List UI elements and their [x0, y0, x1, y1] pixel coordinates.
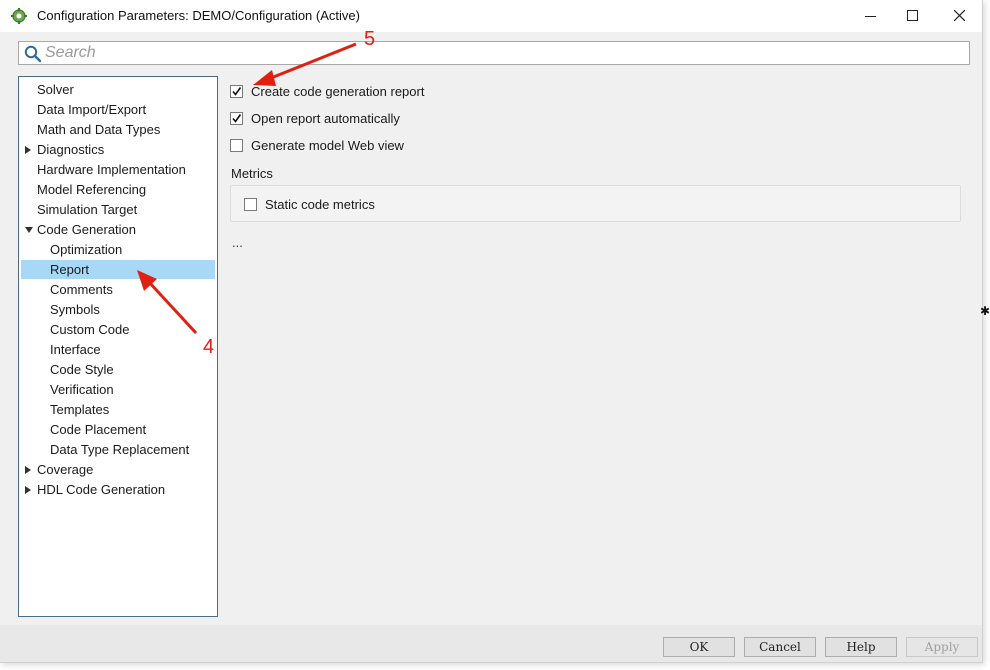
tree-item-label: Verification: [50, 382, 114, 397]
metrics-section-title: Metrics: [231, 166, 273, 181]
tree-item-hdl-code-generation[interactable]: HDL Code Generation: [37, 480, 165, 499]
maximize-button[interactable]: [890, 0, 936, 32]
minimize-icon: [865, 16, 876, 17]
tree-item-label: Diagnostics: [37, 142, 105, 157]
title-bar: Configuration Parameters: DEMO/Configura…: [0, 0, 982, 32]
configuration-parameters-dialog: Configuration Parameters: DEMO/Configura…: [0, 0, 983, 663]
checkmark-icon: [232, 87, 242, 96]
annotation-label-4: 4: [203, 336, 215, 358]
tree-item-interface[interactable]: Interface: [50, 340, 101, 359]
tree-item-report[interactable]: Report: [21, 260, 215, 279]
expand-right-icon[interactable]: [25, 146, 31, 154]
web-view-label: Generate model Web view: [251, 138, 404, 153]
tree-item-code-placement[interactable]: Code Placement: [50, 420, 146, 439]
simulink-app-icon: [11, 8, 27, 24]
category-tree[interactable]: Solver Data Import/Export Math and Data Ty…: [18, 76, 218, 617]
tree-item-hardware-implementation[interactable]: Hardware Implementation: [37, 160, 186, 179]
create-report-checkbox[interactable]: [230, 85, 243, 98]
star-glyph-icon: ✱: [980, 304, 990, 318]
tree-item-label: Simulation Target: [37, 202, 138, 217]
search-icon: [24, 45, 42, 63]
expand-right-icon[interactable]: [25, 466, 31, 474]
tree-item-label: Data Type Replacement: [50, 442, 190, 457]
tree-item-solver[interactable]: Solver: [37, 80, 74, 99]
tree-item-label: Report: [50, 262, 90, 277]
expand-down-icon[interactable]: [25, 227, 33, 233]
tree-item-model-referencing[interactable]: Model Referencing: [37, 180, 146, 199]
annotation-label-5: 5: [364, 28, 376, 50]
tree-item-simulation-target[interactable]: Simulation Target: [37, 200, 137, 219]
tree-item-label: HDL Code Generation: [37, 482, 166, 497]
tree-item-label: Data Import/Export: [37, 102, 147, 117]
tree-item-math-and-data-types[interactable]: Math and Data Types: [37, 120, 160, 139]
search-input[interactable]: [45, 43, 945, 63]
apply-button[interactable]: Apply: [906, 637, 978, 657]
web-view-checkbox[interactable]: [230, 139, 243, 152]
close-button[interactable]: [936, 0, 982, 32]
tree-item-label: Symbols: [50, 302, 100, 317]
open-report-label: Open report automatically: [251, 111, 400, 126]
minimize-button[interactable]: [848, 0, 894, 32]
tree-item-symbols[interactable]: Symbols: [50, 300, 100, 319]
tree-item-diagnostics[interactable]: Diagnostics: [37, 140, 104, 159]
tree-item-label: Model Referencing: [37, 182, 147, 197]
help-button[interactable]: Help: [825, 637, 897, 657]
window-title: Configuration Parameters: DEMO/Configura…: [37, 8, 360, 23]
tree-item-label: Templates: [50, 402, 110, 417]
search-box[interactable]: [18, 41, 970, 65]
button-bar: OK Cancel Help Apply: [0, 625, 982, 662]
tree-item-comments[interactable]: Comments: [50, 280, 113, 299]
tree-item-templates[interactable]: Templates: [50, 400, 109, 419]
tree-item-label: Code Placement: [50, 422, 147, 437]
more-options-link[interactable]: ...: [232, 235, 243, 250]
tree-item-data-import-export[interactable]: Data Import/Export: [37, 100, 146, 119]
tree-item-verification[interactable]: Verification: [50, 380, 114, 399]
tree-item-optimization[interactable]: Optimization: [50, 240, 122, 259]
tree-item-label: Comments: [50, 282, 113, 297]
tree-item-label: Math and Data Types: [37, 122, 161, 137]
cancel-button[interactable]: Cancel: [744, 637, 816, 657]
static-metrics-label: Static code metrics: [265, 197, 375, 212]
tree-item-label: Optimization: [50, 242, 123, 257]
ok-button[interactable]: OK: [663, 637, 735, 657]
tree-item-code-generation[interactable]: Code Generation: [37, 220, 136, 239]
tree-item-label: Code Style: [50, 362, 114, 377]
expand-right-icon[interactable]: [25, 486, 31, 494]
tree-item-data-type-replacement[interactable]: Data Type Replacement: [50, 440, 189, 459]
checkmark-icon: [232, 114, 242, 123]
static-metrics-checkbox[interactable]: [244, 198, 257, 211]
tree-item-custom-code[interactable]: Custom Code: [50, 320, 129, 339]
tree-item-label: Hardware Implementation: [37, 162, 186, 177]
tree-item-label: Coverage: [37, 462, 94, 477]
metrics-group: Static code metrics: [230, 185, 961, 222]
tree-item-label: Solver: [37, 82, 74, 97]
maximize-icon: [907, 10, 918, 21]
tree-item-label: Interface: [50, 342, 101, 357]
close-icon: [954, 10, 965, 21]
tree-item-coverage[interactable]: Coverage: [37, 460, 93, 479]
tree-item-label: Code Generation: [37, 222, 137, 237]
tree-item-label: Custom Code: [50, 322, 130, 337]
open-report-checkbox[interactable]: [230, 112, 243, 125]
create-report-label: Create code generation report: [251, 84, 425, 99]
tree-item-code-style[interactable]: Code Style: [50, 360, 114, 379]
